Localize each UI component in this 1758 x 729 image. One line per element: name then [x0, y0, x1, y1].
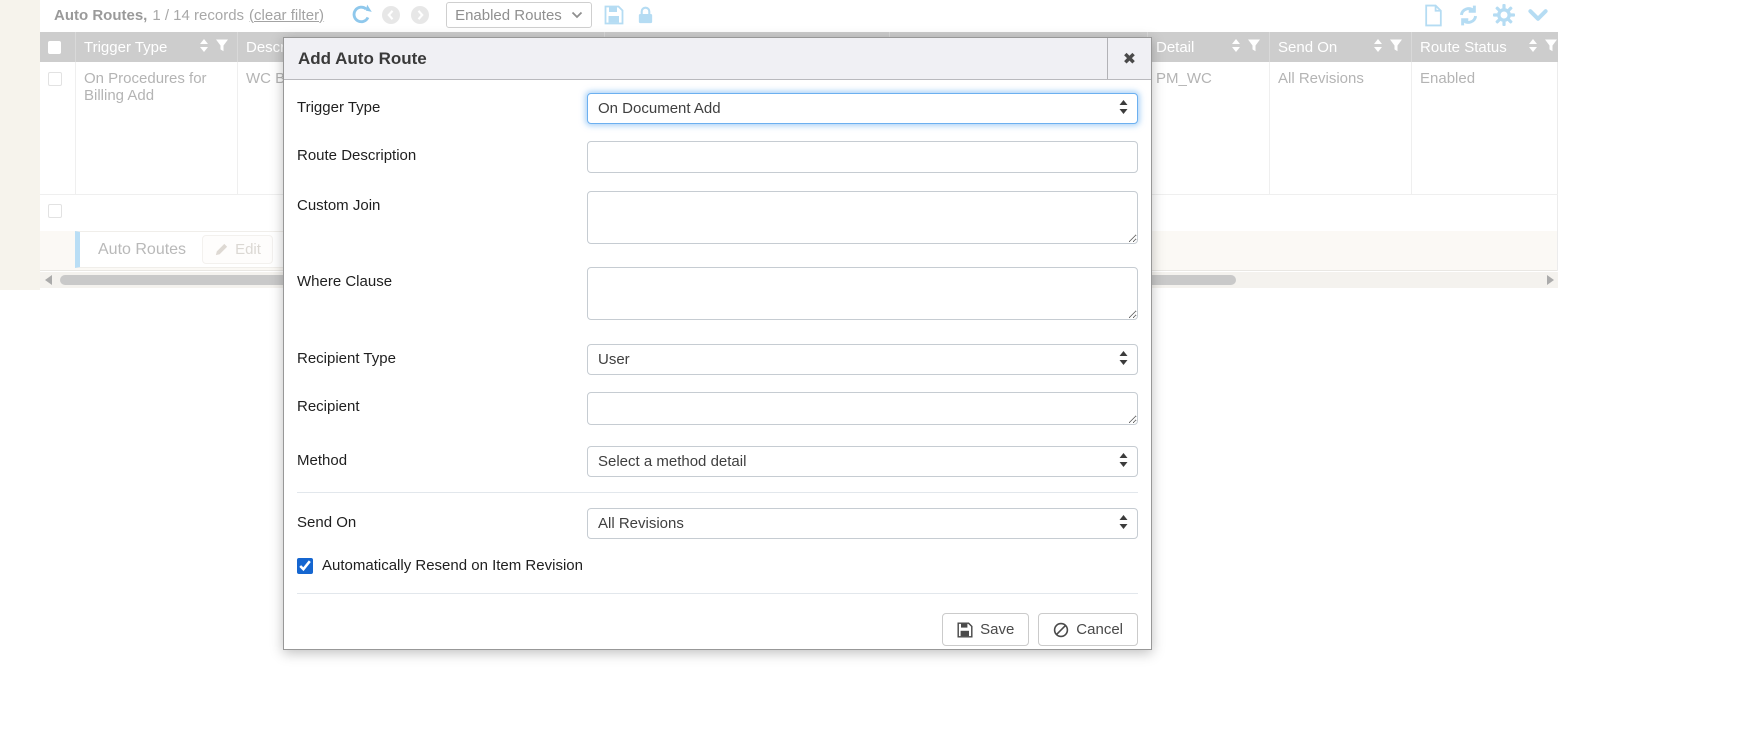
cancel-button-label: Cancel [1076, 621, 1123, 638]
new-record-icon[interactable] [1423, 4, 1444, 27]
save-floppy-icon [957, 622, 973, 638]
recipient-type-select[interactable]: User [587, 344, 1138, 375]
select-updown-icon [1118, 350, 1129, 370]
scroll-left-arrow[interactable] [40, 272, 56, 288]
footer-divider [297, 593, 1138, 594]
save-button-label: Save [980, 621, 1014, 638]
subpanel-label: Auto Routes [98, 241, 186, 259]
save-button[interactable]: Save [942, 613, 1029, 646]
route-description-input[interactable] [587, 141, 1138, 173]
cell-route-status: Enabled [1412, 62, 1558, 195]
cancel-button[interactable]: Cancel [1038, 613, 1138, 646]
column-label: Trigger Type [84, 39, 167, 56]
field-label-custom-join: Custom Join [297, 191, 587, 214]
field-label-recipient: Recipient [297, 392, 587, 415]
collapse-chevron-icon[interactable] [1528, 9, 1548, 21]
clear-filter-link[interactable]: (clear filter) [249, 7, 324, 24]
dialog-body: Trigger Type On Document Add Route Descr… [284, 80, 1151, 659]
select-all-checkbox[interactable] [48, 41, 61, 54]
header-route-status[interactable]: Route Status [1412, 32, 1558, 62]
toolbar-right-icons [1423, 4, 1552, 27]
recipient-type-value: User [598, 351, 630, 368]
header-send-on[interactable]: Send On [1270, 32, 1412, 62]
refresh-icon[interactable] [1457, 4, 1480, 27]
edit-button[interactable]: Edit [202, 235, 273, 264]
filter-funnel-icon[interactable] [1247, 39, 1261, 56]
send-on-select[interactable]: All Revisions [587, 508, 1138, 539]
send-on-value: All Revisions [598, 515, 684, 532]
prev-record-icon[interactable] [381, 5, 401, 25]
grid-toolbar: Auto Routes, 1 / 14 records (clear filte… [40, 0, 1558, 30]
column-label: Send On [1278, 39, 1337, 56]
section-divider [297, 492, 1138, 493]
save-view-icon[interactable] [604, 5, 624, 25]
sort-icon[interactable] [1527, 38, 1539, 57]
view-filter-select[interactable]: Enabled Routes [446, 2, 592, 28]
select-updown-icon [1118, 99, 1129, 119]
field-label-recipient-type: Recipient Type [297, 344, 587, 367]
sort-icon[interactable] [198, 38, 210, 57]
trigger-type-select[interactable]: On Document Add [587, 93, 1138, 124]
dialog-footer: Save Cancel [297, 613, 1138, 646]
cell-trigger-type: On Procedures for Billing Add [76, 62, 238, 195]
column-label: Route Status [1420, 39, 1507, 56]
filter-funnel-icon[interactable] [1544, 39, 1558, 56]
row-checkbox[interactable] [48, 72, 62, 86]
left-margin [0, 0, 40, 290]
header-select-all-cell [40, 32, 76, 62]
edit-button-label: Edit [235, 241, 261, 258]
method-value: Select a method detail [598, 453, 746, 470]
next-record-icon[interactable] [410, 5, 430, 25]
recipient-textarea[interactable] [587, 392, 1138, 425]
grid-title: Auto Routes, [54, 7, 147, 24]
scroll-right-arrow[interactable] [1542, 272, 1558, 288]
undo-icon[interactable] [350, 4, 372, 26]
select-updown-icon [1118, 452, 1129, 472]
app-root: Auto Routes, 1 / 14 records (clear filte… [0, 0, 1758, 729]
record-count: 1 / 14 records [152, 7, 244, 24]
close-icon[interactable]: ✖ [1107, 38, 1151, 79]
field-label-send-on: Send On [297, 508, 587, 531]
header-trigger-type[interactable]: Trigger Type [76, 32, 238, 62]
add-auto-route-dialog: Add Auto Route ✖ Trigger Type On Documen… [283, 37, 1152, 650]
resend-checkbox-row: Automatically Resend on Item Revision [297, 557, 1138, 574]
chevron-down-icon [571, 11, 583, 19]
sort-icon[interactable] [1230, 38, 1242, 57]
lock-icon[interactable] [636, 5, 655, 25]
dialog-title: Add Auto Route [284, 38, 1107, 79]
filter-funnel-icon[interactable] [1389, 39, 1403, 56]
row-checkbox[interactable] [48, 204, 62, 218]
trigger-type-value: On Document Add [598, 100, 721, 117]
custom-join-textarea[interactable] [587, 191, 1138, 244]
where-clause-textarea[interactable] [587, 267, 1138, 320]
cell-send-on: All Revisions [1270, 62, 1412, 195]
gear-icon[interactable] [1493, 4, 1515, 26]
sort-icon[interactable] [1372, 38, 1384, 57]
field-label-trigger-type: Trigger Type [297, 93, 587, 116]
field-label-method: Method [297, 446, 587, 469]
select-updown-icon [1118, 514, 1129, 534]
dialog-header: Add Auto Route ✖ [284, 38, 1151, 80]
method-select[interactable]: Select a method detail [587, 446, 1138, 477]
view-filter-value: Enabled Routes [455, 7, 562, 24]
resend-checkbox-label[interactable]: Automatically Resend on Item Revision [322, 557, 583, 574]
header-detail[interactable]: Detail [1148, 32, 1270, 62]
cell-detail: PM_WC [1148, 62, 1270, 195]
filter-funnel-icon[interactable] [215, 39, 229, 56]
resend-checkbox[interactable] [297, 558, 313, 574]
field-label-where-clause: Where Clause [297, 267, 587, 290]
pencil-icon [214, 242, 229, 257]
field-label-route-description: Route Description [297, 141, 587, 164]
cancel-slash-icon [1053, 622, 1069, 638]
column-label: Detail [1156, 39, 1194, 56]
